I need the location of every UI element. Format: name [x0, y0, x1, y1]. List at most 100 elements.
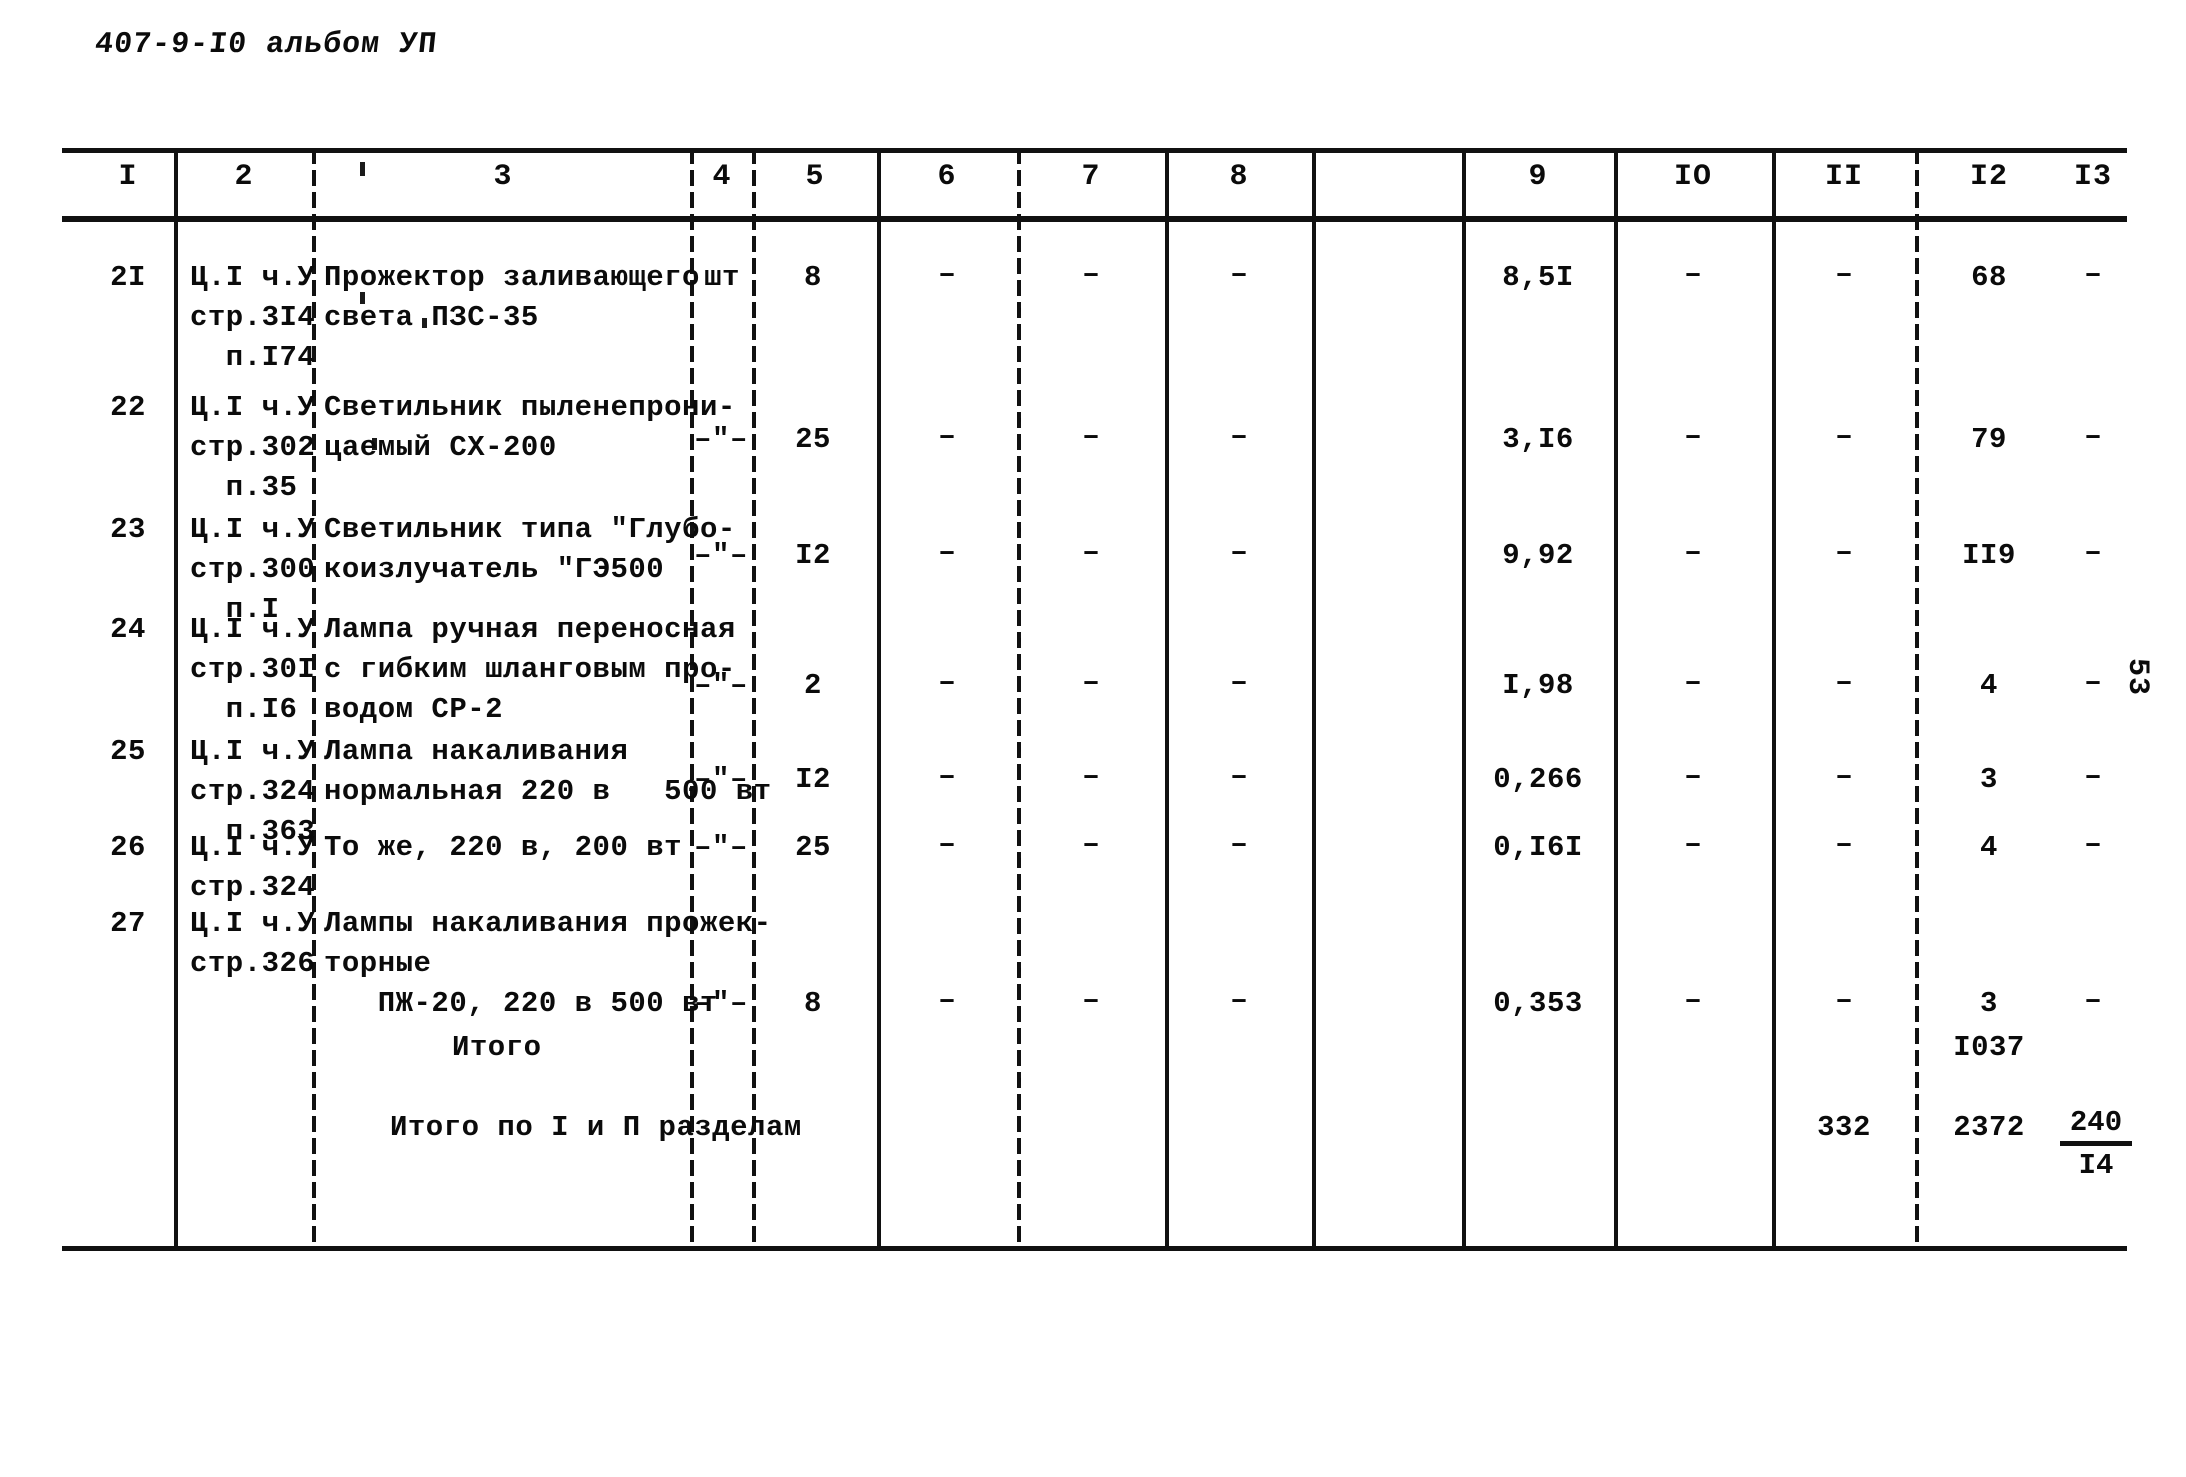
table-row: 8,5I [1502, 261, 1574, 294]
table-row: – [1081, 828, 1100, 862]
table-top-border [62, 148, 2127, 153]
table-row: – [1081, 666, 1100, 700]
column-header-9: 9 [1528, 160, 1548, 194]
table-row: Ц.I ч.У стр.30I п.I6 [190, 613, 316, 726]
table-row: – [1834, 536, 1853, 570]
grand-total-fraction: 240 I4 [2060, 1106, 2132, 1182]
col-divider-7 [1165, 148, 1169, 1246]
grand-total-value-12: 2372 [1953, 1111, 2025, 1144]
column-header-2: 2 [234, 160, 254, 194]
table-row: 79 [1971, 423, 2007, 456]
grand-total-value-11: 332 [1817, 1111, 1871, 1144]
col-divider-9 [1462, 148, 1466, 1246]
col-divider-11 [1772, 148, 1776, 1246]
table-row: То же, 220 в, 200 вт [324, 831, 683, 864]
table-row: – [1229, 420, 1248, 454]
table-row: – [2083, 828, 2102, 862]
total-row-value: I037 [1953, 1031, 2025, 1064]
col-divider-5 [877, 148, 881, 1246]
table-row: – [1683, 258, 1702, 292]
table-row: – [1229, 536, 1248, 570]
table-bottom-border [62, 1246, 2127, 1251]
table-row: – [937, 420, 956, 454]
table-row: – [937, 984, 956, 1018]
table-row: – [937, 258, 956, 292]
table-row: 26 [110, 831, 146, 864]
table-row: I2 [795, 539, 831, 572]
column-header-4: 4 [712, 160, 732, 194]
table-row: 3 [1980, 987, 1998, 1020]
column-header-3: 3 [493, 160, 513, 194]
table-row: Прожектор заливающего света ПЗС-35 [324, 261, 700, 334]
col-divider-8 [1312, 148, 1316, 1246]
table-row: – [1229, 760, 1248, 794]
table-row: 0,266 [1493, 763, 1583, 796]
document-page: 407-9-I0 альбом УП 5 3 I 2 3 4 5 6 7 8 9 … [0, 0, 2186, 1477]
table-row: Лампа накаливания нормальная 220 в 500 в… [324, 735, 771, 808]
table-row: – [1834, 420, 1853, 454]
col-divider-6 [1017, 148, 1021, 1246]
table-row: – [1081, 258, 1100, 292]
table-row: 25 [795, 423, 831, 456]
table-row: Лампа ручная переносная с гибким шлангов… [324, 613, 736, 726]
column-header-11: II [1824, 160, 1863, 194]
table-row: –"– [694, 763, 748, 796]
table-row: – [1081, 536, 1100, 570]
table-row: 25 [110, 735, 146, 768]
table-row: –"– [694, 987, 748, 1020]
table-row: – [1229, 984, 1248, 1018]
table-row: – [2083, 536, 2102, 570]
table-row: – [2083, 258, 2102, 292]
column-header-10: IO [1673, 160, 1712, 194]
table-row: 9,92 [1502, 539, 1574, 572]
table-row: 24 [110, 613, 146, 646]
column-header-5: 5 [805, 160, 825, 194]
col-divider-4 [752, 148, 756, 1246]
table-row: Ц.I ч.У стр.324 [190, 831, 316, 904]
column-header-7: 7 [1081, 160, 1101, 194]
table-row: I2 [795, 763, 831, 796]
fraction-denominator: I4 [2078, 1149, 2114, 1182]
table-row: 23 [110, 513, 146, 546]
total-row-label: Итого [452, 1031, 542, 1064]
fraction-bar [2060, 1141, 2132, 1146]
table-row: 8 [804, 261, 822, 294]
table-row: – [2083, 984, 2102, 1018]
table-row: – [2083, 760, 2102, 794]
table-row: – [2083, 666, 2102, 700]
table-row: 8 [804, 987, 822, 1020]
table-row: – [1683, 420, 1702, 454]
column-header-13: I3 [2073, 160, 2112, 194]
table-row: 0,I6I [1493, 831, 1583, 864]
table-row: – [1081, 760, 1100, 794]
col-divider-12 [1915, 148, 1919, 1246]
col-divider-10 [1614, 148, 1618, 1246]
table-row: – [937, 760, 956, 794]
table-row: –"– [694, 669, 748, 702]
table-header-border [62, 216, 2127, 222]
column-header-8: 8 [1229, 160, 1249, 194]
table-row: – [937, 828, 956, 862]
table-row: – [1683, 760, 1702, 794]
table-row: II9 [1962, 539, 2016, 572]
table-row: 3 [1980, 763, 1998, 796]
table-row: 0,353 [1493, 987, 1583, 1020]
column-header-6: 6 [937, 160, 957, 194]
col-divider-1 [174, 148, 178, 1246]
table-row: – [2083, 420, 2102, 454]
table-row: – [1834, 828, 1853, 862]
table-row: – [937, 536, 956, 570]
table-row: 2I [110, 261, 146, 294]
fraction-numerator: 240 [2069, 1106, 2123, 1139]
table-row: Светильник типа "Глубо- коизлучатель "ГЭ… [324, 513, 736, 586]
table-row: Лампы накаливания прожек- торные ПЖ-20, … [324, 907, 772, 1020]
column-header-12: I2 [1969, 160, 2008, 194]
table-row: – [1683, 984, 1702, 1018]
table-row: – [1834, 760, 1853, 794]
specification-table: I 2 3 4 5 6 7 8 9 IO II I2 I3 2I Ц.I ч.У… [62, 148, 2132, 1251]
table-row: Ц.I ч.У стр.3I4 п.I74 [190, 261, 316, 374]
table-row: – [1081, 984, 1100, 1018]
table-row: I,98 [1502, 669, 1574, 702]
table-row: –"– [694, 831, 748, 864]
table-row: –"– [694, 423, 748, 456]
